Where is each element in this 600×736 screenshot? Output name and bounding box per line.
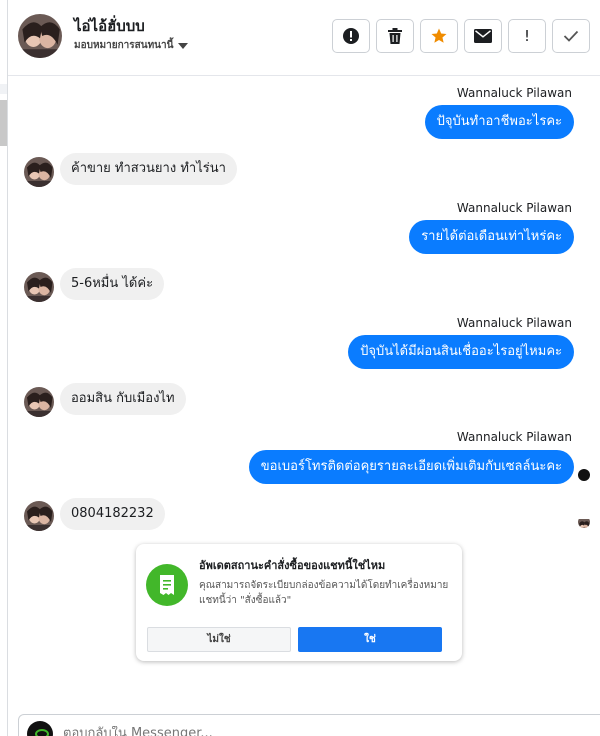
outgoing-message[interactable]: ปัจุบันทำอาชีพอะไรคะ bbox=[424, 105, 574, 139]
avatar[interactable] bbox=[24, 272, 54, 302]
seen-indicator bbox=[578, 469, 590, 481]
trash-icon bbox=[388, 28, 402, 44]
conversation-header: ไอ่ไอ้ฮั่บบบ มอบหมายการสนทนานี้ ! bbox=[8, 0, 600, 76]
left-panel-edge bbox=[0, 0, 8, 736]
incoming-message[interactable]: ออมสิน กับเมืองไท bbox=[60, 383, 186, 415]
mark-spam-button[interactable] bbox=[332, 19, 370, 53]
star-button[interactable] bbox=[420, 19, 458, 53]
sender-name: Wannaluck Pilawan bbox=[456, 430, 572, 444]
sender-name: Wannaluck Pilawan bbox=[456, 316, 572, 330]
avatar[interactable] bbox=[18, 14, 62, 58]
sender-name: Wannaluck Pilawan bbox=[456, 201, 572, 215]
prompt-body: คุณสามารถจัดระเบียบกล่องข้อความได้โดยทำเ… bbox=[199, 580, 449, 606]
avatar[interactable] bbox=[24, 157, 54, 187]
incoming-message[interactable]: ค้าขาย ทำสวนยาง ทำไร่นา bbox=[60, 153, 237, 185]
prompt-title: อัพเดตสถานะคำสั่งซื้อของแชทนี้ใช่ไหม bbox=[199, 559, 386, 572]
message-composer bbox=[18, 714, 600, 736]
order-status-prompt: อัพเดตสถานะคำสั่งซื้อของแชทนี้ใช่ไหม คุณ… bbox=[136, 544, 462, 661]
yes-button[interactable]: ใช่ bbox=[298, 627, 442, 652]
scrollbar-thumb[interactable] bbox=[0, 100, 7, 146]
alert-circle-icon bbox=[343, 28, 359, 44]
follow-up-button[interactable]: ! bbox=[508, 19, 546, 53]
star-icon bbox=[431, 28, 447, 43]
avatar[interactable] bbox=[24, 501, 54, 531]
exclamation-label: ! bbox=[523, 27, 530, 45]
page-avatar bbox=[27, 721, 53, 736]
contact-name[interactable]: ไอ่ไอ้ฮั่บบบ bbox=[74, 14, 145, 38]
sender-name: Wannaluck Pilawan bbox=[456, 86, 572, 100]
seen-indicator bbox=[578, 516, 590, 528]
chevron-down-icon bbox=[178, 42, 189, 49]
assign-conversation-dropdown[interactable]: มอบหมายการสนทนานี้ bbox=[74, 38, 189, 53]
mark-done-button[interactable] bbox=[552, 19, 590, 53]
reply-input[interactable] bbox=[63, 726, 463, 736]
check-icon bbox=[563, 30, 579, 42]
incoming-message[interactable]: 0804182232 bbox=[60, 498, 165, 530]
incoming-message[interactable]: 5-6หมื่น ได้ค่ะ bbox=[60, 268, 165, 300]
message-thread: Wannaluck Pilawan ปัจุบันทำอาชีพอะไรคะ ค… bbox=[8, 77, 600, 713]
scrollbar-track[interactable] bbox=[0, 84, 7, 94]
assign-conversation-label: มอบหมายการสนทนานี้ bbox=[74, 40, 174, 51]
order-receipt-icon bbox=[146, 564, 188, 606]
outgoing-message[interactable]: รายได้ต่อเดือนเท่าไหร่คะ bbox=[409, 220, 574, 254]
no-button[interactable]: ไม่ใช่ bbox=[147, 627, 291, 652]
outgoing-message[interactable]: ปัจุบันได้มีผ่อนสินเชื่ออะไรอยู่ไหมคะ bbox=[348, 335, 574, 369]
outgoing-message[interactable]: ขอเบอร์โทรติดต่อคุยรายละเอียดเพิ่มเติมกั… bbox=[248, 450, 574, 484]
conversation-toolbar: ! bbox=[332, 19, 590, 53]
delete-button[interactable] bbox=[376, 19, 414, 53]
envelope-icon bbox=[474, 29, 492, 43]
mark-unread-button[interactable] bbox=[464, 19, 502, 53]
avatar[interactable] bbox=[24, 387, 54, 417]
